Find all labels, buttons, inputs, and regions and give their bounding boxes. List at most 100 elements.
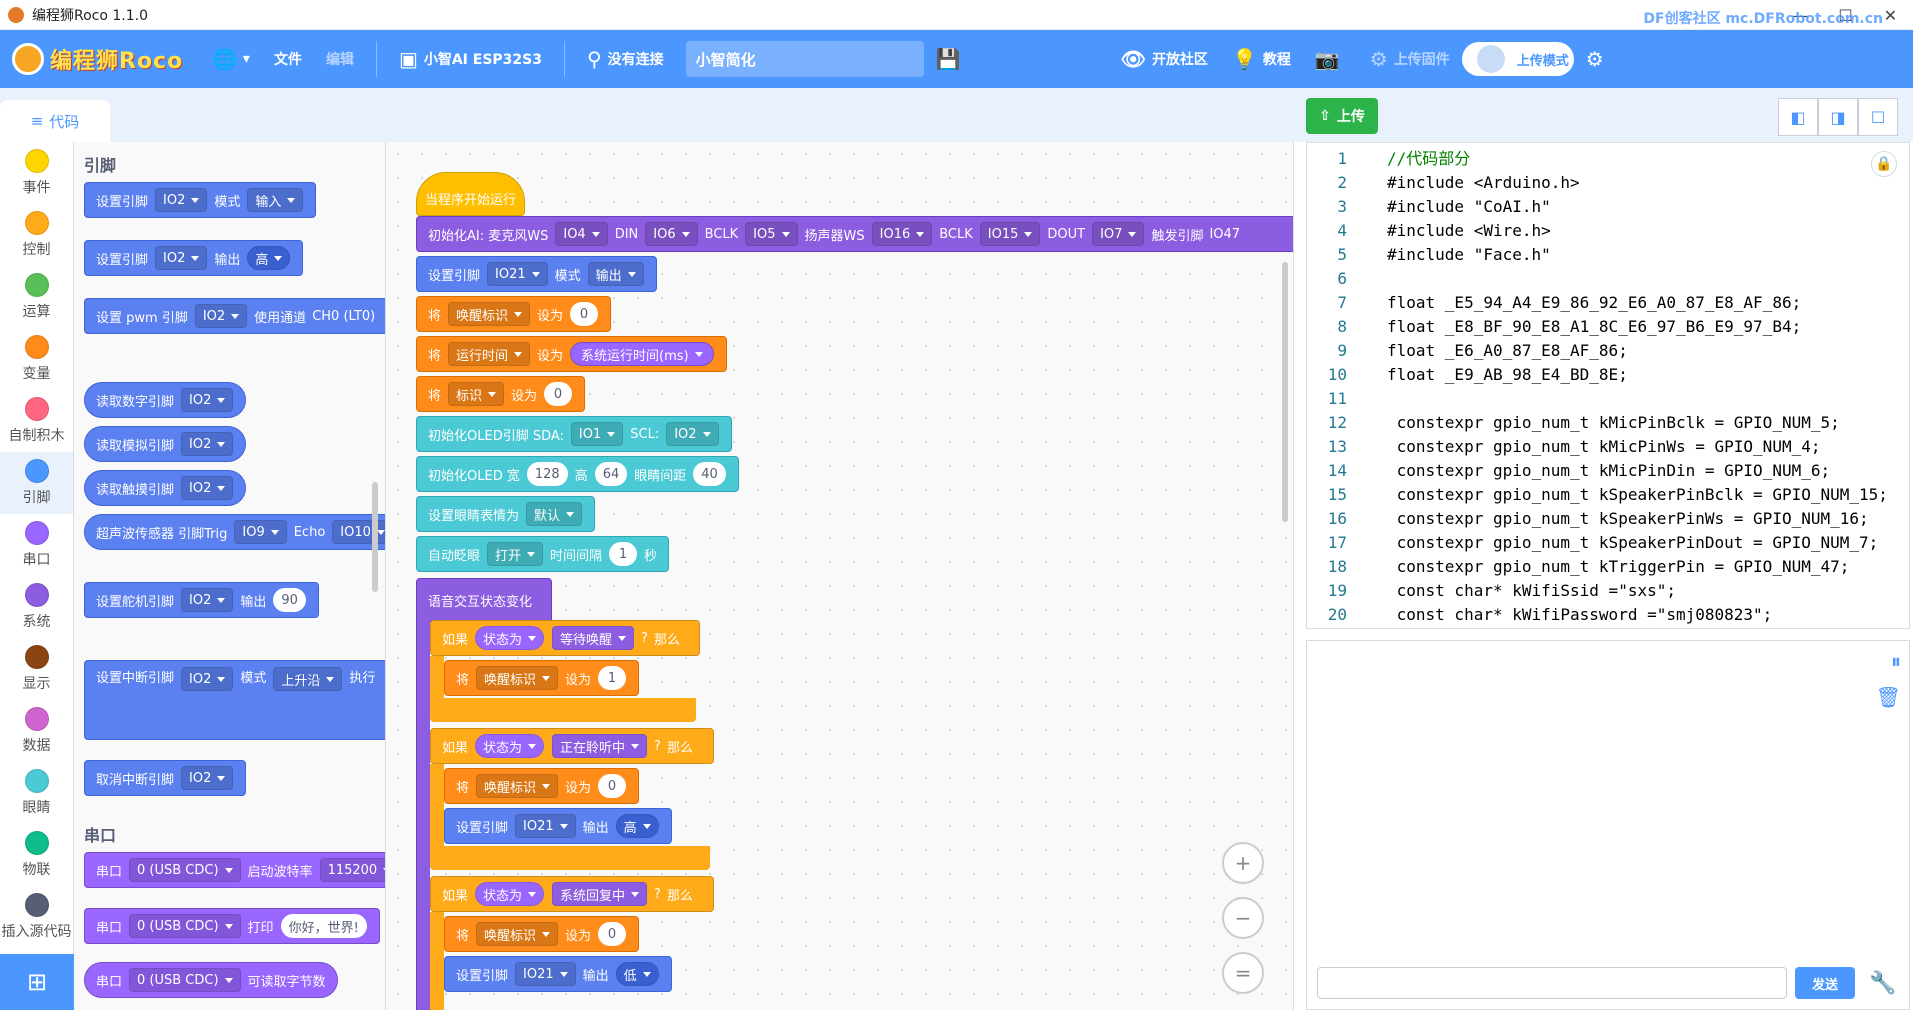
block-set-variable[interactable]: 将唤醒标识 设为 1	[444, 660, 640, 696]
level-dropdown[interactable]: 高	[615, 814, 659, 838]
zoom-in-button[interactable]: +	[1222, 842, 1264, 884]
gap-input[interactable]: 40	[693, 462, 726, 486]
value-input[interactable]: 0	[544, 382, 573, 406]
block-set-pin-output[interactable]: 设置引脚 IO21 输出低	[444, 956, 672, 992]
pin-dropdown[interactable]: IO5	[745, 222, 798, 246]
upload-firmware-button[interactable]: ⚙ 上传固件	[1358, 30, 1462, 88]
workspace-scrollbar[interactable]	[1282, 262, 1288, 522]
block-read-analog[interactable]: 读取模拟引脚 IO2	[84, 426, 247, 462]
block-serial-available[interactable]: 串口 0 (USB CDC) 可读取字节数	[84, 962, 338, 998]
category-1[interactable]: 控制	[0, 204, 73, 266]
view-full-button[interactable]: ☐	[1858, 98, 1898, 136]
pin-dropdown[interactable]: IO4	[555, 222, 608, 246]
pin-dropdown[interactable]: IO2	[181, 766, 234, 790]
category-8[interactable]: 显示	[0, 638, 73, 700]
level-dropdown[interactable]: 低	[615, 962, 659, 986]
variable-dropdown[interactable]: 标识	[448, 382, 505, 406]
variable-dropdown[interactable]: 唤醒标识	[476, 666, 559, 690]
zoom-reset-button[interactable]: =	[1222, 952, 1264, 994]
language-button[interactable]: 🌐 ▾	[200, 30, 262, 88]
condition-reporter[interactable]: 状态为	[475, 626, 545, 650]
trash-icon[interactable]: 🗑	[1876, 685, 1901, 709]
pin-dropdown[interactable]: IO2	[181, 588, 234, 612]
interval-input[interactable]: 1	[609, 542, 638, 566]
block-auto-blink[interactable]: 自动眨眼 打开 时间间隔 1 秒	[416, 536, 670, 572]
block-voice-state-event[interactable]: 语音交互状态变化	[416, 578, 552, 622]
block-set-pin-mode[interactable]: 设置引脚 IO21 模式 输出	[416, 256, 657, 292]
extensions-button[interactable]: ⊞	[0, 954, 74, 1010]
edge-dropdown[interactable]: 上升沿	[273, 667, 343, 691]
pin-dropdown[interactable]: IO21	[515, 814, 576, 838]
save-button[interactable]: 💾	[924, 30, 979, 88]
category-12[interactable]: 插入源代码	[0, 886, 73, 948]
condition-reporter[interactable]: 状态为	[475, 734, 545, 758]
width-input[interactable]: 128	[526, 462, 568, 486]
code-editor[interactable]: 🔒 1 //代码部分 2 #include <Arduino.h> 3 #include …	[1306, 142, 1910, 629]
category-0[interactable]: 事件	[0, 142, 73, 204]
block-set-pin-output[interactable]: 设置引脚 IO2 输出高	[84, 240, 304, 276]
variable-dropdown[interactable]: 唤醒标识	[448, 302, 531, 326]
connect-button[interactable]: ⚲ 没有连接	[575, 30, 676, 88]
pin-dropdown[interactable]: IO2	[181, 476, 234, 500]
state-dropdown[interactable]: 等待唤醒	[552, 626, 635, 650]
pin-dropdown[interactable]: IO2	[155, 188, 208, 212]
category-9[interactable]: 数据	[0, 700, 73, 762]
block-read-digital[interactable]: 读取数字引脚 IO2	[84, 382, 247, 418]
block-serial-begin[interactable]: 串口 0 (USB CDC) 启动波特率 115200	[84, 852, 385, 888]
height-input[interactable]: 64	[594, 462, 628, 486]
category-5[interactable]: 引脚	[0, 452, 73, 514]
trig-dropdown[interactable]: IO9	[234, 520, 287, 544]
block-init-ai[interactable]: 初始化AI: 麦克风WS IO4 DIN IO6 BCLK IO5 扬声器WS IO16 BCL…	[416, 216, 1293, 252]
variable-dropdown[interactable]: 运行时间	[448, 342, 531, 366]
block-set-variable[interactable]: 将唤醒标识 设为 0	[416, 296, 612, 332]
channel-dropdown[interactable]: CH0 (LT0)	[312, 309, 375, 324]
value-input[interactable]: 0	[598, 774, 627, 798]
block-set-eye-expression[interactable]: 设置眼睛表情为 默认	[416, 496, 596, 532]
state-dropdown[interactable]: 正在聆听中	[552, 734, 648, 758]
block-init-oled-pins[interactable]: 初始化OLED引脚 SDA: IO1 SCL: IO2	[416, 416, 732, 452]
block-set-pin-mode[interactable]: 设置引脚 IO2 模式 输入	[84, 182, 317, 218]
block-set-variable[interactable]: 将唤醒标识 设为 0	[444, 768, 640, 804]
block-if[interactable]: 如果 状态为 等待唤醒? 那么	[430, 620, 700, 656]
block-if[interactable]: 如果 状态为 系统回复中? 那么	[430, 876, 714, 912]
pin-dropdown[interactable]: IO2	[194, 304, 248, 328]
wrench-icon[interactable]: 🔧	[1867, 967, 1899, 999]
tutorial-button[interactable]: 💡 教程	[1220, 30, 1303, 88]
pin-dropdown[interactable]: IO2	[155, 246, 208, 270]
settings-button[interactable]: ⚙	[1574, 30, 1622, 88]
screenshot-button[interactable]: 📷	[1303, 30, 1358, 88]
block-serial-print[interactable]: 串口 0 (USB CDC) 打印 你好，世界!	[84, 908, 380, 944]
value-input[interactable]: 0	[570, 302, 599, 326]
port-dropdown[interactable]: 0 (USB CDC)	[129, 858, 241, 882]
block-if[interactable]: 如果 状态为 正在聆听中? 那么	[430, 728, 714, 764]
block-ultrasonic[interactable]: 超声波传感器 引脚Trig IO9 Echo IO10	[84, 514, 385, 550]
block-set-variable[interactable]: 将唤醒标识 设为 0	[444, 916, 640, 952]
mode-dropdown[interactable]: 输入	[247, 188, 304, 212]
pin-dropdown[interactable]: IO21	[487, 262, 548, 286]
zoom-out-button[interactable]: −	[1222, 897, 1264, 939]
pin-dropdown[interactable]: IO16	[871, 222, 933, 246]
category-11[interactable]: 物联	[0, 824, 73, 886]
value-input[interactable]: 1	[598, 666, 627, 690]
pin-dropdown[interactable]: IO47	[1209, 227, 1240, 242]
view-split-right-button[interactable]: ◨	[1818, 98, 1858, 136]
mode-dropdown[interactable]: 输出	[587, 262, 644, 286]
port-dropdown[interactable]: 0 (USB CDC)	[129, 914, 241, 938]
palette-scrollbar[interactable]	[372, 482, 378, 592]
block-set-pin-output[interactable]: 设置引脚 IO21 输出高	[444, 808, 672, 844]
baud-dropdown[interactable]: 115200	[319, 858, 385, 882]
pin-dropdown[interactable]: IO6	[645, 222, 698, 246]
block-cancel-interrupt[interactable]: 取消中断引脚 IO2	[84, 760, 247, 796]
project-name-input[interactable]: 小智简化	[685, 41, 924, 77]
edit-menu[interactable]: 编辑	[314, 30, 366, 88]
block-read-touch[interactable]: 读取触摸引脚 IO2	[84, 470, 247, 506]
pin-dropdown[interactable]: IO7	[1092, 222, 1145, 246]
serial-input[interactable]	[1317, 967, 1787, 999]
file-menu[interactable]: 文件	[262, 30, 314, 88]
block-set-pwm[interactable]: 设置 pwm 引脚 IO2 使用通道 CH0 (LT0)	[84, 298, 385, 334]
view-split-left-button[interactable]: ◧	[1778, 98, 1818, 136]
variable-dropdown[interactable]: 唤醒标识	[476, 774, 559, 798]
block-set-interrupt[interactable]: 设置中断引脚 IO2 模式 上升沿 执行	[84, 660, 385, 740]
lock-icon[interactable]: 🔒	[1871, 151, 1897, 177]
pin-dropdown[interactable]: IO2	[181, 388, 234, 412]
